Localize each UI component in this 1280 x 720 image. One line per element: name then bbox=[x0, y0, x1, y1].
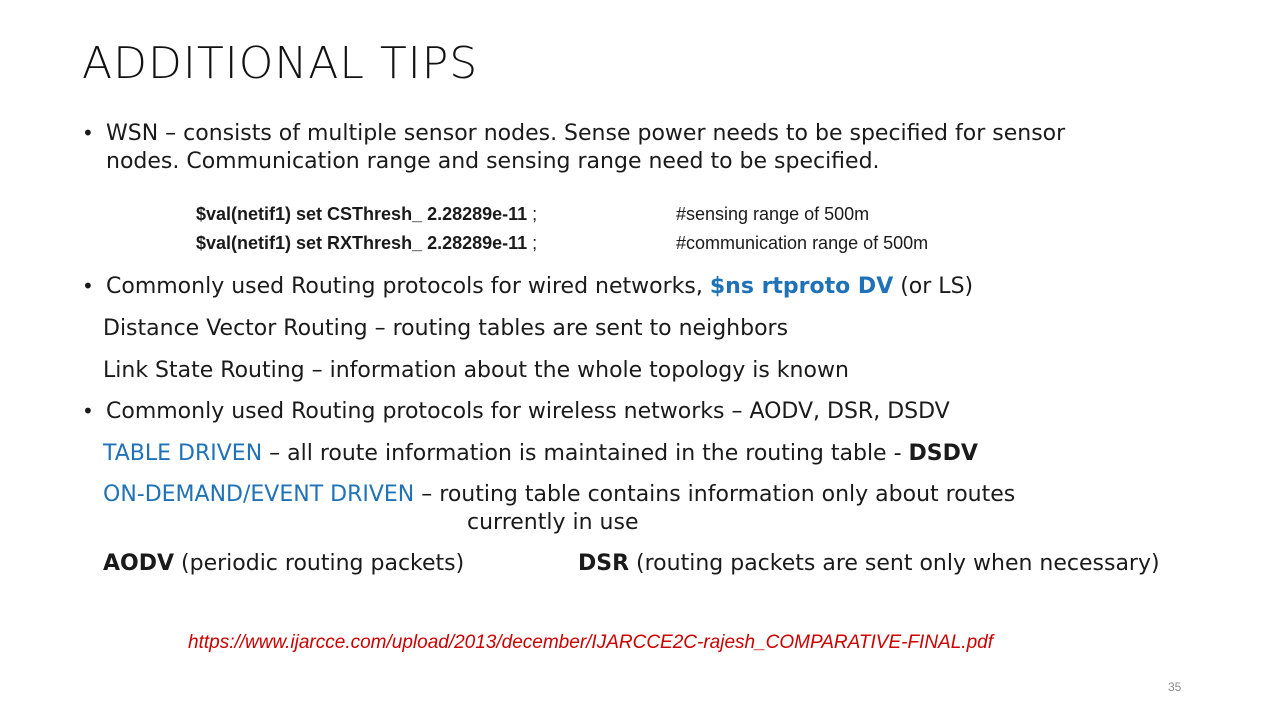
table-driven-label: TABLE DRIVEN bbox=[103, 441, 263, 466]
code-command: $val(netif1) set RXThresh_ 2.28289e-11 bbox=[196, 233, 528, 253]
dsdv-label: DSDV bbox=[908, 441, 978, 466]
aodv-label: AODV bbox=[103, 551, 175, 576]
code-line-csthresh: $val(netif1) set CSThresh_ 2.28289e-11 ; bbox=[196, 200, 537, 228]
code-command: $val(netif1) set CSThresh_ 2.28289e-11 bbox=[196, 204, 528, 224]
distance-vector-line: Distance Vector Routing – routing tables… bbox=[103, 316, 789, 341]
bullet-dot: • bbox=[82, 121, 94, 145]
page-number: 35 bbox=[1168, 680, 1182, 694]
on-demand-line: ON-DEMAND/EVENT DRIVEN – routing table c… bbox=[103, 481, 1015, 509]
reference-link[interactable]: https://www.ijarcce.com/upload/2013/dece… bbox=[188, 632, 993, 654]
rtproto-command: $ns rtproto DV bbox=[709, 274, 894, 299]
aodv-line: AODV (periodic routing packets) bbox=[103, 550, 464, 578]
table-driven-text: – all route information is maintained in… bbox=[262, 441, 909, 466]
table-driven-line: TABLE DRIVEN – all route information is … bbox=[103, 440, 978, 468]
bullet-wsn-line2: nodes. Communication range and sensing r… bbox=[106, 149, 880, 174]
wired-routing-text: Commonly used Routing protocols for wire… bbox=[106, 274, 710, 299]
link-state-line: Link State Routing – information about t… bbox=[103, 358, 849, 383]
dsr-label: DSR bbox=[578, 551, 630, 576]
code-separator: ; bbox=[527, 204, 538, 224]
bullet-wired-routing: Commonly used Routing protocols for wire… bbox=[106, 273, 973, 301]
on-demand-text: – routing table contains information onl… bbox=[414, 482, 1016, 507]
dsr-text: (routing packets are sent only when nece… bbox=[629, 551, 1160, 576]
slide-title: ADDITIONAL TIPS bbox=[82, 38, 479, 89]
dsr-line: DSR (routing packets are sent only when … bbox=[578, 550, 1160, 578]
code-separator: ; bbox=[527, 233, 538, 253]
bullet-dot: • bbox=[82, 399, 94, 423]
wired-routing-suffix: (or LS) bbox=[893, 274, 974, 299]
on-demand-continuation: currently in use bbox=[467, 510, 639, 535]
code-comment-communication: #communication range of 500m bbox=[676, 233, 929, 253]
bullet-wsn-line1: WSN – consists of multiple sensor nodes.… bbox=[106, 121, 1066, 146]
aodv-text: (periodic routing packets) bbox=[174, 551, 465, 576]
code-line-rxthresh: $val(netif1) set RXThresh_ 2.28289e-11 ; bbox=[196, 229, 537, 257]
bullet-dot: • bbox=[82, 274, 94, 298]
on-demand-label: ON-DEMAND/EVENT DRIVEN bbox=[103, 482, 415, 507]
bullet-wireless-routing: Commonly used Routing protocols for wire… bbox=[106, 399, 950, 424]
code-comment-sensing: #sensing range of 500m bbox=[676, 204, 870, 224]
